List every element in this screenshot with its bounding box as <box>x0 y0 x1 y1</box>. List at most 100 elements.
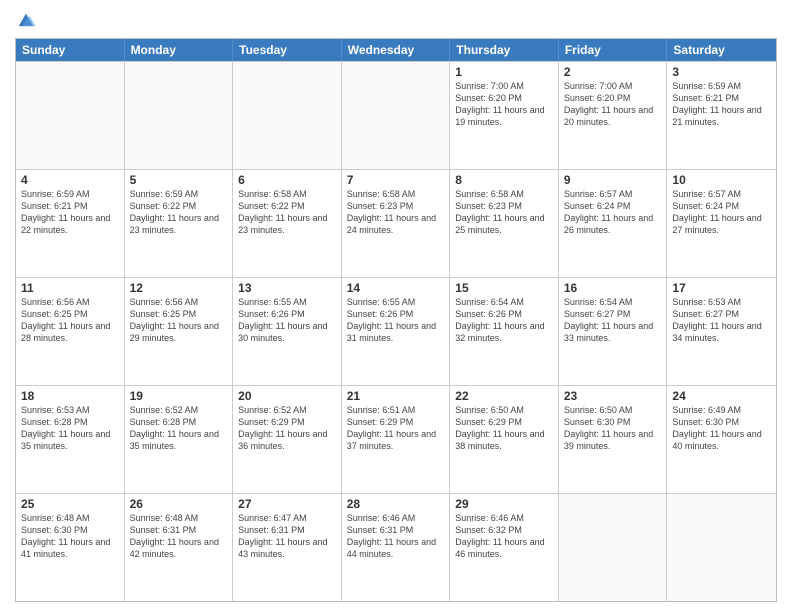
calendar-header-cell: Monday <box>125 39 234 61</box>
calendar-cell <box>667 494 776 601</box>
calendar-cell <box>559 494 668 601</box>
calendar-cell: 2Sunrise: 7:00 AM Sunset: 6:20 PM Daylig… <box>559 62 668 169</box>
day-info: Sunrise: 6:47 AM Sunset: 6:31 PM Dayligh… <box>238 512 336 561</box>
day-number: 26 <box>130 497 228 511</box>
calendar-cell: 29Sunrise: 6:46 AM Sunset: 6:32 PM Dayli… <box>450 494 559 601</box>
day-number: 14 <box>347 281 445 295</box>
day-info: Sunrise: 6:51 AM Sunset: 6:29 PM Dayligh… <box>347 404 445 453</box>
calendar-week: 18Sunrise: 6:53 AM Sunset: 6:28 PM Dayli… <box>16 385 776 493</box>
calendar-cell: 11Sunrise: 6:56 AM Sunset: 6:25 PM Dayli… <box>16 278 125 385</box>
day-number: 24 <box>672 389 771 403</box>
day-number: 18 <box>21 389 119 403</box>
calendar-week: 1 Sunrise: 7:00 AM Sunset: 6:20 PM Daylig… <box>16 61 776 169</box>
day-number: 16 <box>564 281 662 295</box>
day-info: Sunrise: 6:53 AM Sunset: 6:28 PM Dayligh… <box>21 404 119 453</box>
calendar-cell: 3Sunrise: 6:59 AM Sunset: 6:21 PM Daylig… <box>667 62 776 169</box>
day-number: 21 <box>347 389 445 403</box>
calendar-cell: 22Sunrise: 6:50 AM Sunset: 6:29 PM Dayli… <box>450 386 559 493</box>
day-number: 4 <box>21 173 119 187</box>
calendar-header-cell: Saturday <box>667 39 776 61</box>
calendar-cell: 1Sunrise: 7:00 AM Sunset: 6:20 PM Daylig… <box>450 62 559 169</box>
day-number: 1 <box>455 65 553 79</box>
calendar-cell <box>233 62 342 169</box>
day-info: Sunrise: 6:59 AM Sunset: 6:22 PM Dayligh… <box>130 188 228 237</box>
calendar-week: 25Sunrise: 6:48 AM Sunset: 6:30 PM Dayli… <box>16 493 776 601</box>
day-info: Sunrise: 6:59 AM Sunset: 6:21 PM Dayligh… <box>672 80 771 129</box>
day-info: Sunrise: 6:56 AM Sunset: 6:25 PM Dayligh… <box>21 296 119 345</box>
day-info: Sunrise: 6:48 AM Sunset: 6:31 PM Dayligh… <box>130 512 228 561</box>
calendar-cell: 7Sunrise: 6:58 AM Sunset: 6:23 PM Daylig… <box>342 170 451 277</box>
calendar-cell: 24Sunrise: 6:49 AM Sunset: 6:30 PM Dayli… <box>667 386 776 493</box>
logo-icon <box>15 10 37 32</box>
calendar-cell: 18Sunrise: 6:53 AM Sunset: 6:28 PM Dayli… <box>16 386 125 493</box>
day-number: 29 <box>455 497 553 511</box>
day-number: 19 <box>130 389 228 403</box>
calendar-body: 1 Sunrise: 7:00 AM Sunset: 6:20 PM Daylig… <box>16 61 776 601</box>
calendar-cell: 14Sunrise: 6:55 AM Sunset: 6:26 PM Dayli… <box>342 278 451 385</box>
day-number: 2 <box>564 65 662 79</box>
day-info: Sunrise: 6:49 AM Sunset: 6:30 PM Dayligh… <box>672 404 771 453</box>
calendar-cell: 20Sunrise: 6:52 AM Sunset: 6:29 PM Dayli… <box>233 386 342 493</box>
day-number: 7 <box>347 173 445 187</box>
page: SundayMondayTuesdayWednesdayThursdayFrid… <box>0 0 792 612</box>
calendar-header-cell: Friday <box>559 39 668 61</box>
calendar-header-cell: Sunday <box>16 39 125 61</box>
day-number: 6 <box>238 173 336 187</box>
calendar-cell: 10Sunrise: 6:57 AM Sunset: 6:24 PM Dayli… <box>667 170 776 277</box>
day-info: Sunrise: 7:00 AM Sunset: 6:20 PM Dayligh… <box>564 80 662 129</box>
day-info: Sunrise: 6:58 AM Sunset: 6:22 PM Dayligh… <box>238 188 336 237</box>
calendar-header-cell: Thursday <box>450 39 559 61</box>
calendar-cell: 16Sunrise: 6:54 AM Sunset: 6:27 PM Dayli… <box>559 278 668 385</box>
day-info: Sunrise: 6:48 AM Sunset: 6:30 PM Dayligh… <box>21 512 119 561</box>
day-number: 20 <box>238 389 336 403</box>
calendar-cell <box>342 62 451 169</box>
calendar-cell: 12Sunrise: 6:56 AM Sunset: 6:25 PM Dayli… <box>125 278 234 385</box>
calendar-cell: 23Sunrise: 6:50 AM Sunset: 6:30 PM Dayli… <box>559 386 668 493</box>
day-number: 22 <box>455 389 553 403</box>
day-info: Sunrise: 6:50 AM Sunset: 6:30 PM Dayligh… <box>564 404 662 453</box>
day-info: Sunrise: 6:54 AM Sunset: 6:26 PM Dayligh… <box>455 296 553 345</box>
day-number: 13 <box>238 281 336 295</box>
day-number: 23 <box>564 389 662 403</box>
logo <box>15 10 41 32</box>
calendar-cell <box>125 62 234 169</box>
header <box>15 10 777 32</box>
calendar-cell: 17Sunrise: 6:53 AM Sunset: 6:27 PM Dayli… <box>667 278 776 385</box>
calendar-week: 4Sunrise: 6:59 AM Sunset: 6:21 PM Daylig… <box>16 169 776 277</box>
calendar-cell: 13Sunrise: 6:55 AM Sunset: 6:26 PM Dayli… <box>233 278 342 385</box>
calendar-cell: 9Sunrise: 6:57 AM Sunset: 6:24 PM Daylig… <box>559 170 668 277</box>
calendar-header-row: SundayMondayTuesdayWednesdayThursdayFrid… <box>16 39 776 61</box>
calendar-cell: 4Sunrise: 6:59 AM Sunset: 6:21 PM Daylig… <box>16 170 125 277</box>
day-number: 27 <box>238 497 336 511</box>
day-info: Sunrise: 6:52 AM Sunset: 6:28 PM Dayligh… <box>130 404 228 453</box>
calendar-cell: 27Sunrise: 6:47 AM Sunset: 6:31 PM Dayli… <box>233 494 342 601</box>
calendar-cell: 6Sunrise: 6:58 AM Sunset: 6:22 PM Daylig… <box>233 170 342 277</box>
calendar-header-cell: Wednesday <box>342 39 451 61</box>
calendar-cell: 28Sunrise: 6:46 AM Sunset: 6:31 PM Dayli… <box>342 494 451 601</box>
day-number: 25 <box>21 497 119 511</box>
day-info: Sunrise: 6:50 AM Sunset: 6:29 PM Dayligh… <box>455 404 553 453</box>
day-info: Sunrise: 6:59 AM Sunset: 6:21 PM Dayligh… <box>21 188 119 237</box>
day-number: 9 <box>564 173 662 187</box>
day-number: 17 <box>672 281 771 295</box>
day-info: Sunrise: 6:57 AM Sunset: 6:24 PM Dayligh… <box>564 188 662 237</box>
day-info: Sunrise: 6:55 AM Sunset: 6:26 PM Dayligh… <box>347 296 445 345</box>
day-info: Sunrise: 6:55 AM Sunset: 6:26 PM Dayligh… <box>238 296 336 345</box>
day-number: 28 <box>347 497 445 511</box>
day-info: Sunrise: 6:46 AM Sunset: 6:32 PM Dayligh… <box>455 512 553 561</box>
day-number: 15 <box>455 281 553 295</box>
day-number: 5 <box>130 173 228 187</box>
calendar-cell: 19Sunrise: 6:52 AM Sunset: 6:28 PM Dayli… <box>125 386 234 493</box>
calendar-cell: 15Sunrise: 6:54 AM Sunset: 6:26 PM Dayli… <box>450 278 559 385</box>
day-number: 12 <box>130 281 228 295</box>
calendar-cell: 26Sunrise: 6:48 AM Sunset: 6:31 PM Dayli… <box>125 494 234 601</box>
day-info: Sunrise: 6:52 AM Sunset: 6:29 PM Dayligh… <box>238 404 336 453</box>
day-number: 11 <box>21 281 119 295</box>
calendar-cell: 8Sunrise: 6:58 AM Sunset: 6:23 PM Daylig… <box>450 170 559 277</box>
calendar-header-cell: Tuesday <box>233 39 342 61</box>
day-info: Sunrise: 6:58 AM Sunset: 6:23 PM Dayligh… <box>347 188 445 237</box>
day-info: Sunrise: 6:57 AM Sunset: 6:24 PM Dayligh… <box>672 188 771 237</box>
calendar-cell: 25Sunrise: 6:48 AM Sunset: 6:30 PM Dayli… <box>16 494 125 601</box>
day-info: Sunrise: 6:56 AM Sunset: 6:25 PM Dayligh… <box>130 296 228 345</box>
calendar-cell <box>16 62 125 169</box>
